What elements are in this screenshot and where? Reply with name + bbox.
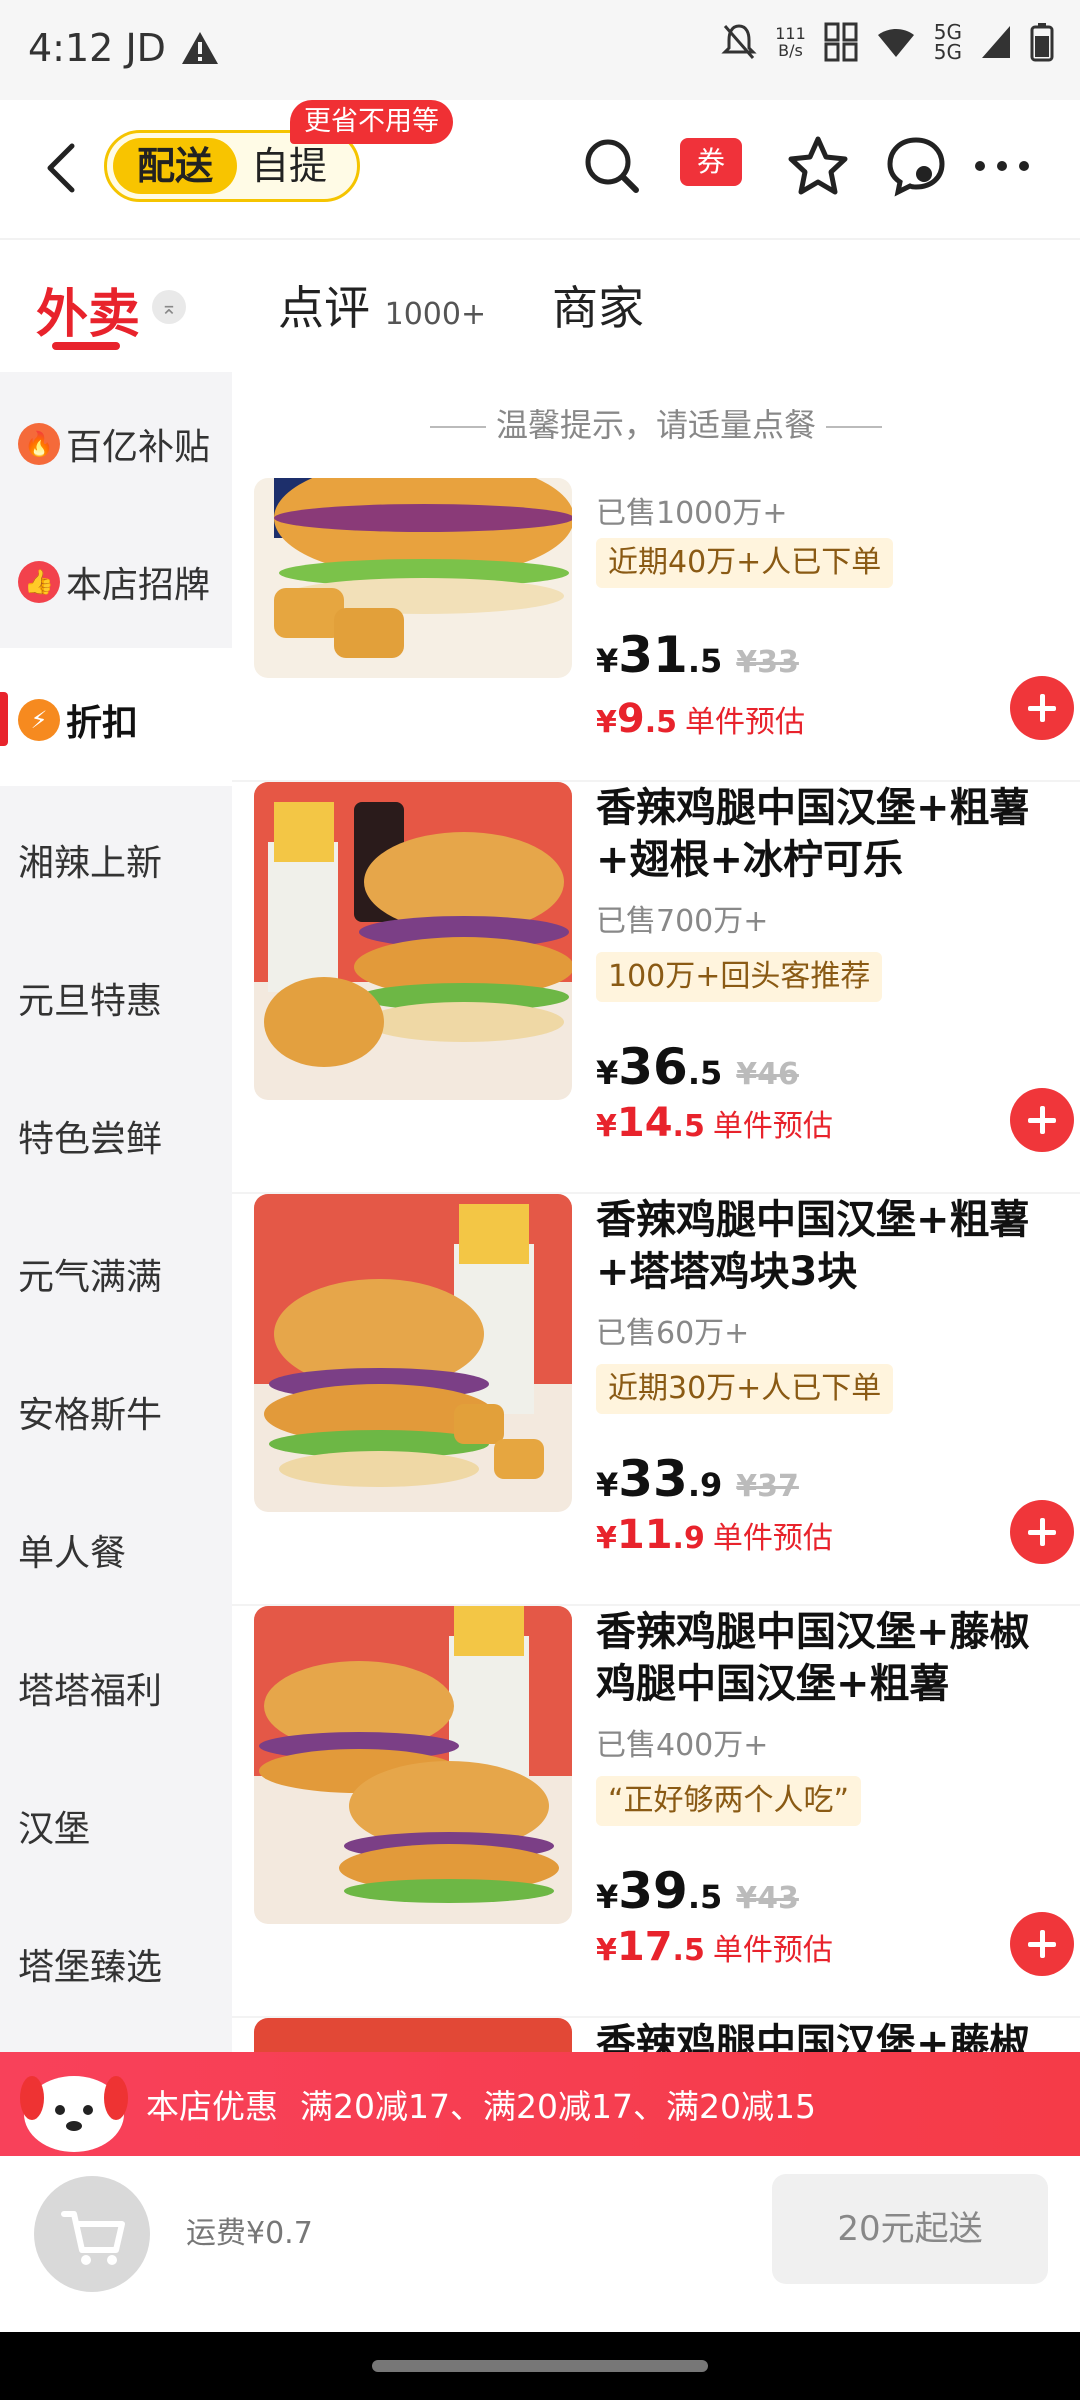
- system-nav-bar: [0, 2332, 1080, 2400]
- network-type: 5G 5G: [933, 20, 962, 64]
- home-gesture-bar[interactable]: [372, 2360, 708, 2372]
- mode-delivery-option[interactable]: 配送: [113, 138, 237, 194]
- promo-text: 本店优惠 满20减17、满20减17、满20减15: [146, 2087, 816, 2126]
- moderation-tip: 温馨提示，请适量点餐: [232, 400, 1080, 446]
- coupon-icon[interactable]: 券: [680, 138, 742, 186]
- nfc-grid-icon: [824, 22, 858, 62]
- list-item[interactable]: 香辣鸡腿中国汉堡+粗薯+翅根+冰柠可乐 已售700万+ 100万+回头客推荐 ¥…: [254, 782, 1074, 1182]
- sold-count: 已售400万+: [596, 1728, 769, 1763]
- signal-icon: [982, 26, 1010, 58]
- product-name: 香辣鸡腿中国汉堡+粗薯+塔塔鸡块3块: [596, 1197, 1030, 1295]
- unit-price-estimate: ¥14.5 单件预估: [596, 1100, 833, 1146]
- sidebar-item-new-year[interactable]: 元旦特惠: [18, 972, 162, 1024]
- customer-service-icon[interactable]: [884, 134, 948, 198]
- warning-icon: [182, 32, 218, 64]
- sidebar-item-subsidy[interactable]: 🔥 百亿补贴: [18, 418, 210, 470]
- sidebar-item-tata-selection[interactable]: 塔堡臻选: [18, 1938, 162, 1990]
- sold-count: 已售1000万+: [596, 496, 788, 531]
- favorite-star-icon[interactable]: [786, 134, 850, 198]
- store-promo-banner[interactable]: 本店优惠 满20减17、满20减17、满20减15: [0, 2052, 1080, 2156]
- mode-pickup-option[interactable]: 自提: [251, 138, 327, 194]
- product-image: [254, 782, 572, 1100]
- tab-merchant[interactable]: 商家: [552, 272, 644, 338]
- store-tabs: 外卖 ⌅ 点评 1000+ 商家: [0, 242, 1080, 372]
- product-image: [254, 2018, 572, 2052]
- product-price: ¥33.9 ¥37: [596, 1450, 799, 1508]
- back-icon[interactable]: [36, 138, 96, 198]
- tab-active-indicator: [52, 342, 120, 350]
- product-image: [254, 1606, 572, 1924]
- cart-icon: [61, 2211, 125, 2265]
- more-options-icon[interactable]: [970, 134, 1034, 198]
- category-sidebar: 🔥 百亿补贴 👍 本店招牌 ⚡ 折扣 湘辣上新 元旦特惠 特色尝鲜 元气满满 安…: [0, 372, 232, 2052]
- product-image: [254, 478, 572, 678]
- add-to-cart-button[interactable]: [1010, 1500, 1074, 1564]
- list-item[interactable]: 香辣鸡腿中国汉堡+藤椒: [254, 2018, 1054, 2052]
- product-price: ¥36.5 ¥46: [596, 1038, 799, 1096]
- sidebar-item-discount[interactable]: ⚡ 折扣: [18, 694, 138, 746]
- sidebar-item-spicy-new[interactable]: 湘辣上新: [18, 834, 162, 886]
- product-tag: 近期40万+人已下单: [596, 538, 894, 588]
- product-image: [254, 1194, 572, 1512]
- net-speed: 111 B/s: [775, 24, 806, 60]
- list-item[interactable]: 香辣鸡腿中国汉堡+粗薯+塔塔鸡块3块 已售60万+ 近期30万+人已下单 ¥33…: [254, 1194, 1074, 1594]
- sold-count: 已售60万+: [596, 1316, 750, 1351]
- product-name: 香辣鸡腿中国汉堡+粗薯+翅根+冰柠可乐: [596, 785, 1030, 883]
- wifi-icon: [877, 29, 914, 57]
- sidebar-item-angus[interactable]: 安格斯牛: [18, 1386, 162, 1438]
- cart-button[interactable]: [34, 2176, 150, 2292]
- tab-takeout[interactable]: 外卖: [36, 272, 140, 347]
- checkout-bar: 运费¥0.7 20元起送: [0, 2156, 1080, 2332]
- sidebar-item-tata-benefits[interactable]: 塔塔福利: [18, 1662, 162, 1714]
- sidebar-item-single-meal[interactable]: 单人餐: [18, 1524, 126, 1576]
- selected-category-indicator: [0, 692, 8, 746]
- sidebar-item-energy[interactable]: 元气满满: [18, 1248, 162, 1300]
- unit-price-estimate: ¥11.9 单件预估: [596, 1512, 833, 1558]
- sold-count: 已售700万+: [596, 904, 769, 939]
- product-name: 香辣鸡腿中国汉堡+藤椒: [596, 2021, 1030, 2052]
- pickup-promo-tag: 更省不用等: [290, 100, 453, 144]
- search-icon[interactable]: [580, 134, 644, 198]
- sidebar-item-burgers[interactable]: 汉堡: [18, 1800, 90, 1852]
- product-price: ¥31.5 ¥33: [596, 626, 799, 684]
- discount-icon: ⚡: [18, 699, 60, 741]
- product-price: ¥39.5 ¥43: [596, 1862, 799, 1920]
- status-time: 4:12 JD: [28, 26, 166, 70]
- status-bar: 4:12 JD 111 B/s 5G 5G: [0, 0, 1080, 100]
- menu-list[interactable]: 温馨提示，请适量点餐 已售1000万+ 近期40万+人已下单 ¥31.5 ¥33 …: [232, 372, 1080, 2052]
- delivery-fee: 运费¥0.7: [186, 2216, 313, 2251]
- add-to-cart-button[interactable]: [1010, 1088, 1074, 1152]
- sidebar-item-signature[interactable]: 👍 本店招牌: [18, 556, 210, 608]
- tab-reviews[interactable]: 点评 1000+: [278, 272, 486, 338]
- top-header: 配送 自提 更省不用等 券: [0, 100, 1080, 240]
- product-tag: “正好够两个人吃”: [596, 1776, 862, 1826]
- list-item[interactable]: 香辣鸡腿中国汉堡+藤椒鸡腿中国汉堡+粗薯 已售400万+ “正好够两个人吃” ¥…: [254, 1606, 1074, 2006]
- product-name: 香辣鸡腿中国汉堡+藤椒鸡腿中国汉堡+粗薯: [596, 1609, 1030, 1707]
- tab-takeout-badge: ⌅: [152, 290, 186, 324]
- jd-dog-mascot-icon: [20, 2076, 128, 2152]
- minimum-order-button[interactable]: 20元起送: [772, 2174, 1048, 2284]
- status-icons: 111 B/s 5G 5G: [721, 22, 1054, 62]
- fire-icon: 🔥: [18, 423, 60, 465]
- unit-price-estimate: ¥9.5 单件预估: [596, 696, 805, 742]
- thumbs-up-icon: 👍: [18, 561, 60, 603]
- sidebar-item-specialty[interactable]: 特色尝鲜: [18, 1110, 162, 1162]
- add-to-cart-button[interactable]: [1010, 1912, 1074, 1976]
- product-tag: 近期30万+人已下单: [596, 1364, 894, 1414]
- unit-price-estimate: ¥17.5 单件预估: [596, 1924, 833, 1970]
- product-tag: 100万+回头客推荐: [596, 952, 883, 1002]
- add-to-cart-button[interactable]: [1010, 676, 1074, 740]
- mute-bell-icon: [721, 24, 757, 59]
- battery-icon: [1030, 23, 1054, 62]
